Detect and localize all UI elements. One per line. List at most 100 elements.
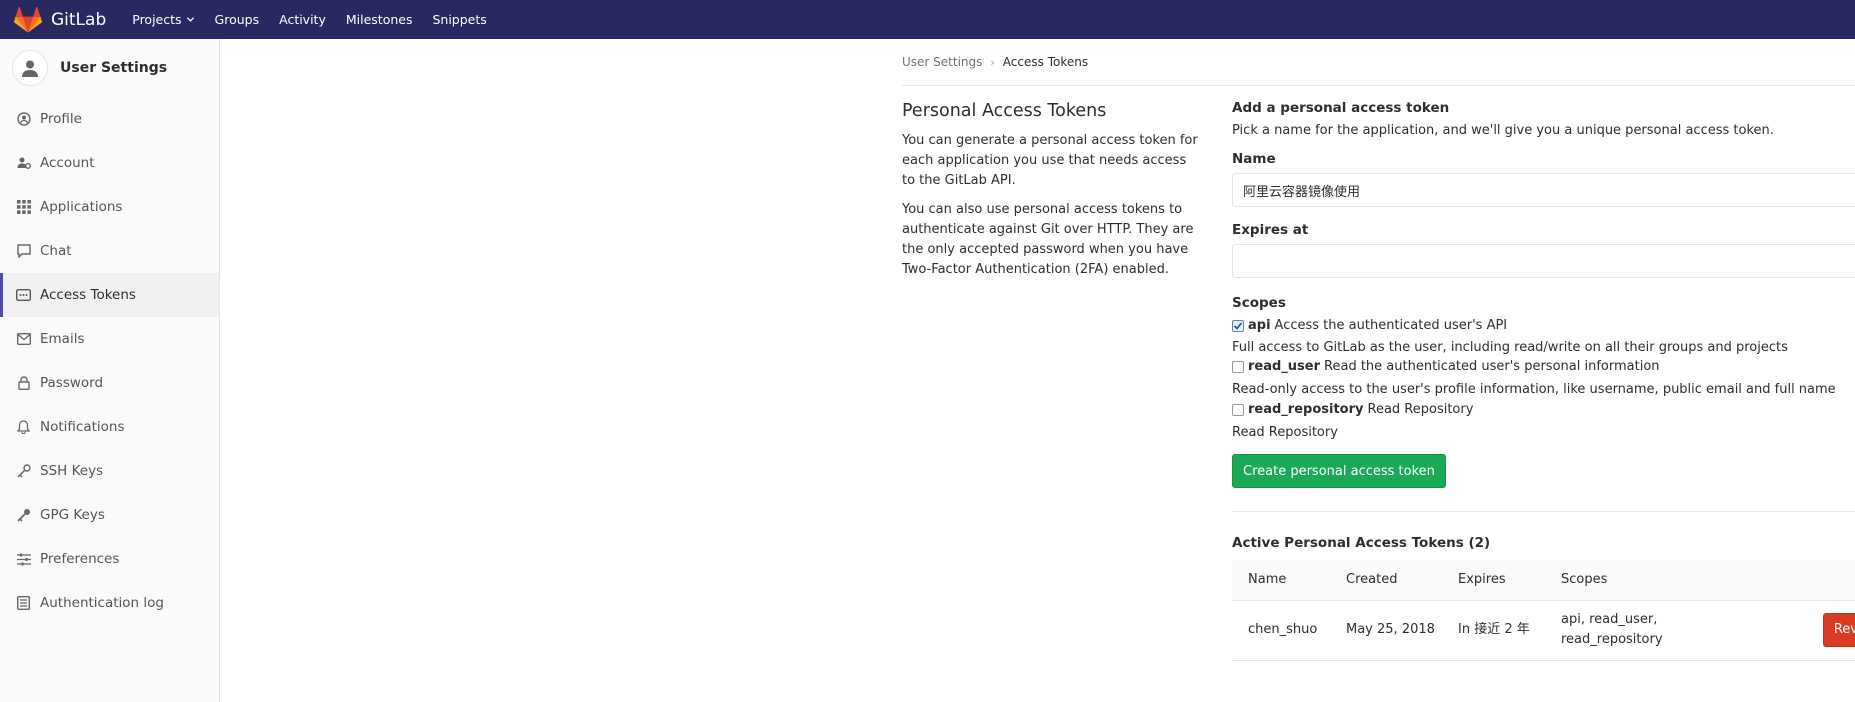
main-content: User Settings › Access Tokens Personal A… (902, 39, 1855, 661)
sidebar-item-label: Account (40, 155, 95, 171)
nav-snippets[interactable]: Snippets (432, 12, 486, 27)
sidebar-item-preferences[interactable]: Preferences (0, 537, 219, 581)
key-icon (16, 464, 31, 479)
scope-api-description: Full access to GitLab as the user, inclu… (1232, 340, 1788, 355)
token-form-section: Add a personal access token Pick a name … (1232, 100, 1855, 661)
breadcrumb-current[interactable]: Access Tokens (1003, 55, 1088, 69)
nav-groups[interactable]: Groups (215, 12, 260, 27)
token-name-cell: chen_shuo (1232, 600, 1330, 661)
form-heading: Add a personal access token (1232, 100, 1450, 116)
gitlab-fox-icon (14, 6, 42, 32)
table-row: chen_shuo May 25, 2018 In 接近 2 年 api, re… (1232, 600, 1855, 661)
chevron-right-icon: › (990, 55, 995, 69)
name-field[interactable]: 阿里云容器镜像使用 (1232, 173, 1855, 207)
log-icon (16, 596, 31, 611)
chat-icon (16, 244, 31, 259)
sidebar-item-label: Chat (40, 243, 72, 259)
sidebar-item-emails[interactable]: Emails (0, 317, 219, 361)
applications-icon (16, 200, 31, 215)
intro-section: Personal Access Tokens You can generate … (902, 101, 1202, 289)
app-name: GitLab (51, 9, 107, 30)
profile-icon (16, 112, 31, 127)
scope-api-checkbox[interactable] (1232, 319, 1244, 332)
sidebar-item-label: Emails (40, 331, 85, 347)
scope-read-user-name: read_user (1248, 359, 1321, 374)
sidebar-item-label: Authentication log (40, 595, 164, 611)
sidebar-item-label: SSH Keys (40, 463, 104, 479)
sidebar-item-account[interactable]: Account (0, 141, 219, 185)
column-header-actions (1705, 560, 1855, 601)
column-header-scopes: Scopes (1545, 560, 1705, 601)
sidebar-item-password[interactable]: Password (0, 361, 219, 405)
sidebar-item-label: Password (40, 375, 104, 391)
chevron-down-icon (186, 17, 194, 22)
column-header-created: Created (1330, 560, 1442, 601)
column-header-expires: Expires (1442, 560, 1545, 601)
name-label: Name (1232, 151, 1276, 167)
nav-milestones[interactable]: Milestones (346, 12, 413, 27)
scope-read-user-short: Read the authenticated user's personal i… (1324, 359, 1660, 374)
revoke-button[interactable]: Revoke (1822, 613, 1855, 647)
sidebar-item-gpg-keys[interactable]: GPG Keys (0, 493, 219, 537)
sidebar-item-label: Preferences (40, 551, 120, 567)
scope-api-short: Access the authenticated user's API (1274, 318, 1508, 333)
sidebar-item-applications[interactable]: Applications (0, 185, 219, 229)
user-icon (22, 60, 38, 77)
scope-api-name: api (1248, 318, 1271, 333)
divider (1232, 511, 1855, 512)
avatar (12, 50, 48, 86)
sidebar-item-notifications[interactable]: Notifications (0, 405, 219, 449)
name-field-value: 阿里云容器镜像使用 (1243, 184, 1361, 200)
settings-sidebar: User Settings Profile Account Applicatio… (0, 39, 220, 702)
sidebar-item-chat[interactable]: Chat (0, 229, 219, 273)
token-scopes-cell: api, read_user, read_repository (1545, 600, 1705, 661)
scope-read-repository-description: Read Repository (1232, 425, 1338, 440)
create-token-button[interactable]: Create personal access token (1232, 454, 1446, 488)
sidebar-item-ssh-keys[interactable]: SSH Keys (0, 449, 219, 493)
nav-projects-label: Projects (132, 12, 182, 27)
expires-at-field[interactable] (1232, 244, 1855, 278)
sidebar-item-access-tokens[interactable]: Access Tokens (0, 273, 219, 317)
form-hint: Pick a name for the application, and we'… (1232, 123, 1774, 138)
sidebar-item-label: Notifications (40, 419, 125, 435)
active-tokens-heading: Active Personal Access Tokens (2) (1232, 535, 1491, 551)
nav-projects[interactable]: Projects (132, 12, 194, 27)
expires-label: Expires at (1232, 222, 1309, 238)
emails-icon (16, 332, 31, 347)
intro-paragraph-2: You can also use personal access tokens … (902, 202, 1194, 277)
token-created-cell: May 25, 2018 (1330, 600, 1442, 661)
lock-icon (16, 376, 31, 391)
intro-paragraph-1: You can generate a personal access token… (902, 133, 1198, 188)
checkmark-icon (1233, 321, 1243, 330)
key-icon (16, 508, 31, 523)
account-icon (16, 156, 31, 171)
sidebar-item-label: Access Tokens (40, 287, 136, 303)
page-title: Personal Access Tokens (902, 101, 1107, 121)
sidebar-item-profile[interactable]: Profile (0, 97, 219, 141)
access-tokens-icon (16, 288, 31, 303)
token-expires-cell: In 接近 2 年 (1442, 600, 1545, 661)
scope-api: api Access the authenticated user's API (1232, 318, 1855, 333)
sidebar-item-authentication-log[interactable]: Authentication log (0, 581, 219, 625)
token-actions-cell: Revoke (1705, 600, 1855, 661)
table-header-row: Name Created Expires Scopes (1232, 560, 1855, 601)
scope-read-repository-short: Read Repository (1367, 402, 1474, 417)
breadcrumb-parent[interactable]: User Settings (902, 55, 982, 69)
scope-read-repository-name: read_repository (1248, 402, 1364, 417)
scope-read-repository: read_repository Read Repository (1232, 402, 1855, 417)
nav-activity[interactable]: Activity (279, 12, 326, 27)
column-header-name: Name (1232, 560, 1330, 601)
sidebar-header[interactable]: User Settings (0, 39, 219, 97)
sidebar-item-label: Applications (40, 199, 123, 215)
active-tokens-table: Name Created Expires Scopes chen_shuo Ma… (1232, 560, 1855, 661)
top-navbar: GitLab Projects Groups Activity Mileston… (0, 0, 1855, 39)
scopes-label: Scopes (1232, 295, 1286, 311)
sidebar-item-label: GPG Keys (40, 507, 105, 523)
scope-read-user: read_user Read the authenticated user's … (1232, 359, 1855, 374)
bell-icon (16, 420, 31, 435)
scope-read-repository-checkbox[interactable] (1232, 403, 1244, 416)
sliders-icon (16, 552, 31, 567)
gitlab-logo[interactable]: GitLab (14, 6, 107, 33)
scope-read-user-checkbox[interactable] (1232, 360, 1244, 373)
scope-read-user-description: Read-only access to the user's profile i… (1232, 382, 1836, 397)
